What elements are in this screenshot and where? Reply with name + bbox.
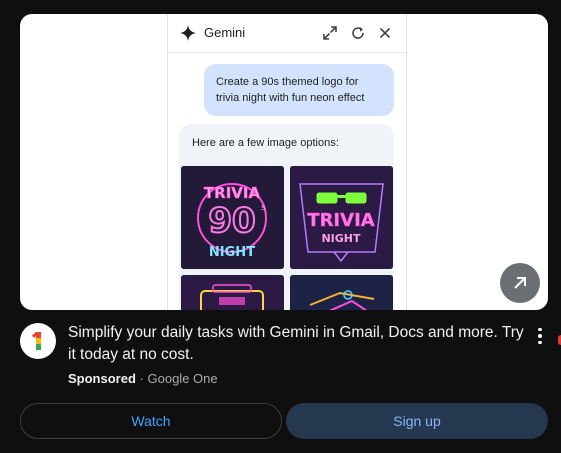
svg-text:90: 90	[208, 201, 255, 241]
close-icon[interactable]	[377, 25, 393, 41]
svg-text:TRIVIA: TRIVIA	[204, 184, 261, 202]
image-option-1: TRIVIA 90 s NIGHT	[181, 166, 284, 269]
trivia-90s-night-neon-logo-icon: TRIVIA 90 s NIGHT	[181, 166, 284, 269]
ad-title[interactable]: Simplify your daily tasks with Gemini in…	[68, 322, 528, 366]
expand-icon[interactable]	[322, 25, 338, 41]
sign-up-button[interactable]: Sign up	[286, 403, 548, 439]
ad-media-preview[interactable]: Gemini Create a 90s themed logo for triv…	[20, 14, 548, 310]
user-prompt-bubble: Create a 90s themed logo for trivia nigh…	[204, 64, 394, 116]
advertiser-avatar[interactable]	[20, 323, 56, 359]
sponsored-label: Sponsored	[68, 371, 136, 386]
trivia-night-sunglasses-neon-logo-icon: TRIVIA NIGHT	[290, 166, 393, 269]
refresh-icon[interactable]	[350, 25, 366, 41]
svg-text:s: s	[261, 203, 266, 213]
neon-shapes-logo-icon	[290, 275, 393, 310]
google-one-logo-icon	[32, 332, 41, 350]
gemini-sparkle-icon	[180, 25, 196, 41]
advertiser-name[interactable]: Google One	[148, 371, 218, 386]
arrow-up-right-icon	[514, 277, 526, 289]
gemini-reply-card: Here are a few image options: TRIVIA 90 …	[179, 124, 394, 310]
gemini-reply-text: Here are a few image options:	[192, 137, 339, 149]
ad-meta: Sponsored · Google One	[68, 371, 218, 386]
image-option-3	[181, 275, 284, 310]
image-option-4	[290, 275, 393, 310]
svg-text:NIGHT: NIGHT	[321, 232, 361, 245]
more-options-icon[interactable]	[530, 325, 550, 347]
image-option-2: TRIVIA NIGHT	[290, 166, 393, 269]
svg-text:TRIVIA: TRIVIA	[307, 210, 374, 231]
watch-button[interactable]: Watch	[20, 403, 282, 439]
gemini-panel-header: Gemini	[168, 14, 406, 53]
boombox-neon-logo-icon	[181, 275, 284, 310]
svg-text:NIGHT: NIGHT	[209, 245, 255, 260]
open-link-button[interactable]	[500, 263, 540, 303]
gemini-panel: Gemini Create a 90s themed logo for triv…	[167, 14, 407, 310]
meta-separator: ·	[139, 371, 144, 386]
gemini-panel-title: Gemini	[204, 25, 246, 40]
